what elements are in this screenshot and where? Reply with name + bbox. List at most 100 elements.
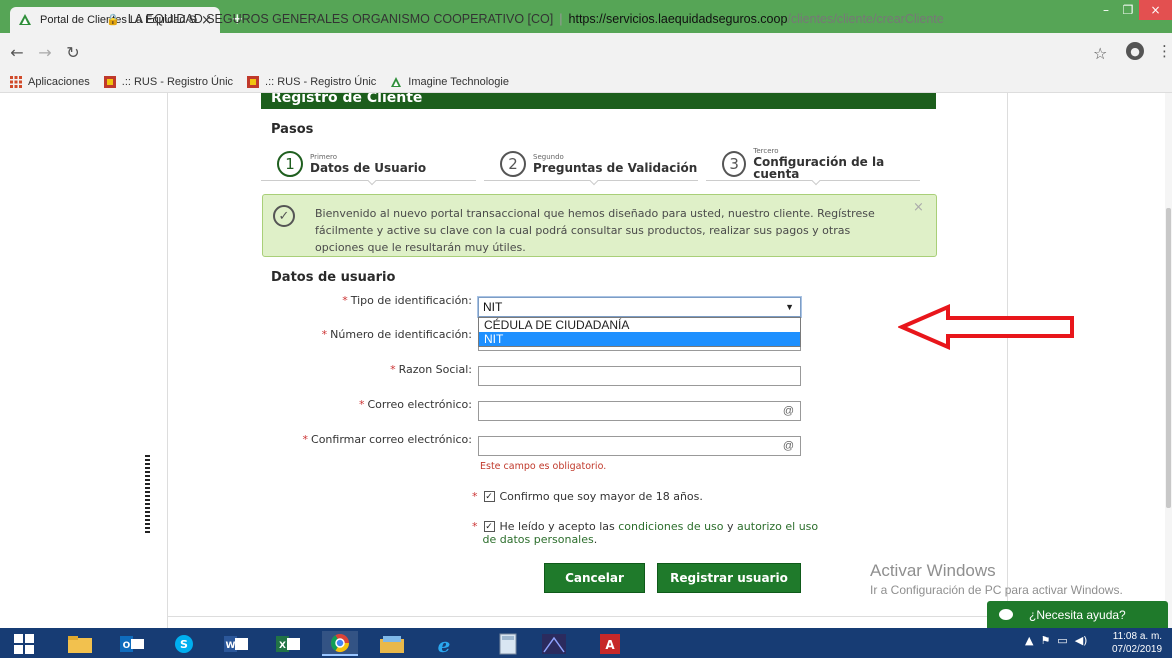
reload-icon[interactable]: ↻ [62,43,84,62]
bookmark-aplicaciones[interactable]: Aplicaciones [10,75,90,88]
taskbar-acrobat[interactable]: A [592,631,628,656]
step-number: 1 [277,150,303,177]
age-checkbox[interactable]: ✓ [483,491,495,502]
razon-social-input[interactable] [478,366,801,386]
option-cedula[interactable]: CÉDULA DE CIUDADANÍA [479,318,800,332]
clock-time: 11:08 a. m. [1112,631,1163,642]
windows-taskbar: O S W X e A [0,628,1172,658]
page-right-margin [1007,93,1165,628]
chevron-down-icon: ▼ [785,302,794,312]
svg-text:e: e [438,633,451,655]
taskbar-excel[interactable]: X [270,631,306,656]
confirmar-correo-input[interactable]: @ [478,436,801,456]
step-ordinal: Primero [310,152,338,161]
taskbar-chrome[interactable] [322,631,358,656]
step-ordinal: Segundo [533,152,564,161]
taskbar-skype[interactable]: S [166,631,202,656]
maximize-window-button[interactable]: ❐ [1117,0,1139,20]
browser-menu-icon[interactable]: ⋮ [1157,42,1172,60]
page-scrollbar-thumb[interactable] [1166,208,1171,508]
terms-text: He leído y acepto las condiciones de uso… [482,520,819,546]
bookmark-rus-1[interactable]: .:: RUS - Registro Únic [103,75,233,88]
equidad-logo-icon [19,14,31,25]
bookmark-star-icon[interactable]: ☆ [1093,44,1107,63]
rus-icon [103,75,116,88]
taskbar-folder[interactable] [374,631,410,656]
bookmark-rus-2[interactable]: .:: RUS - Registro Únic [247,75,376,88]
barcode-strip [145,455,150,535]
excel-icon: X [276,635,300,652]
taskbar-calculator[interactable] [490,631,526,656]
step-number: 3 [722,150,747,177]
forward-arrow-icon[interactable]: → [34,43,56,62]
step-preguntas-validacion: 2 Segundo Preguntas de Validación [484,147,698,186]
chrome-icon [331,633,349,652]
option-nit[interactable]: NIT [479,332,800,346]
validation-error: Este campo es obligatorio. [480,461,607,472]
watermark-subtitle: Ir a Configuración de PC para activar Wi… [870,583,1123,597]
calculator-icon [499,633,517,654]
step-name: Datos de Usuario [310,160,427,175]
bookmarks-bar: Aplicaciones .:: RUS - Registro Únic .::… [0,71,1172,93]
step-notch [367,176,376,186]
account-icon[interactable]: ● [1126,42,1144,60]
steps-title: Pasos [271,122,314,137]
required-mark: * [390,363,396,376]
system-tray[interactable]: ▲ ⚑ ▭ ◀) [1025,634,1087,647]
taskbar-ie[interactable]: e [426,631,462,656]
data-use-link[interactable]: autorizo el uso [737,520,818,533]
taskbar-clock[interactable]: 11:08 a. m. 07/02/2019 [1112,630,1162,656]
terms-checkbox[interactable]: ✓ [483,521,495,532]
svg-text:O: O [123,641,131,651]
red-left-arrow-icon [898,303,1074,351]
footer-divider [168,616,1007,617]
minimize-window-button[interactable]: – [1095,0,1117,20]
page-left-margin [0,93,168,628]
step-name: Preguntas de Validación [533,160,698,175]
registration-content: Registro de Cliente Pasos 1 Primero Dato… [168,93,1007,628]
svg-text:S: S [180,638,188,651]
url-separator: | [559,12,563,26]
welcome-message: Bienvenido al nuevo portal transaccional… [315,207,875,254]
svg-text:W: W [226,641,236,651]
windows-activation-watermark: Activar Windows Ir a Configuración de PC… [870,561,1123,597]
close-alert-icon[interactable]: × [913,200,924,215]
bookmark-imagine[interactable]: Imagine Technologie [390,76,509,88]
taskbar-word[interactable]: W [218,631,254,656]
age-confirm-label: Confirmo que soy mayor de 18 años. [499,490,703,503]
step-notch [589,176,599,186]
at-sign-icon: @ [782,440,794,452]
skype-icon: S [175,634,193,653]
close-window-button[interactable]: × [1139,0,1172,20]
back-arrow-icon[interactable]: ← [6,43,28,62]
correo-input[interactable]: @ [478,401,801,421]
step-configuracion-cuenta: 3 Tercero Configuración de la cuenta [706,147,920,186]
watermark-title: Activar Windows [870,561,996,580]
taskbar-outlook[interactable]: O [114,631,150,656]
terms-row: * ✓ He leído y acepto las condiciones de… [472,520,820,546]
register-user-button[interactable]: Registrar usuario [657,563,801,593]
folder-icon [380,635,404,653]
rus-icon [247,75,260,88]
page-header: Registro de Cliente [261,93,936,109]
terms-link[interactable]: condiciones de uso [618,520,723,533]
cancel-button[interactable]: Cancelar [544,563,645,593]
data-use-link-2[interactable]: de datos personales [483,533,594,546]
svg-text:X: X [279,641,286,651]
word-icon: W [224,635,248,652]
help-chat-button[interactable]: ¿Necesita ayuda? [987,601,1168,628]
site-identity: LA EQUIDAD SEGUROS GENERALES ORGANISMO C… [127,12,554,26]
url-bar[interactable]: 🔒 LA EQUIDAD SEGUROS GENERALES ORGANISMO… [106,8,1081,30]
taskbar-media[interactable] [536,631,572,656]
clock-date: 07/02/2019 [1112,644,1163,655]
help-label: ¿Necesita ayuda? [1029,607,1126,622]
required-mark: * [359,398,365,411]
at-sign-icon: @ [782,405,794,417]
tipo-identificacion-select[interactable]: NIT ▼ [478,297,801,317]
start-button[interactable] [4,631,44,656]
address-toolbar: ← → ↻ [0,33,1172,71]
media-app-icon [542,633,566,654]
required-mark: * [321,328,328,341]
section-title: Datos de usuario [271,270,396,285]
taskbar-explorer[interactable] [62,631,98,656]
